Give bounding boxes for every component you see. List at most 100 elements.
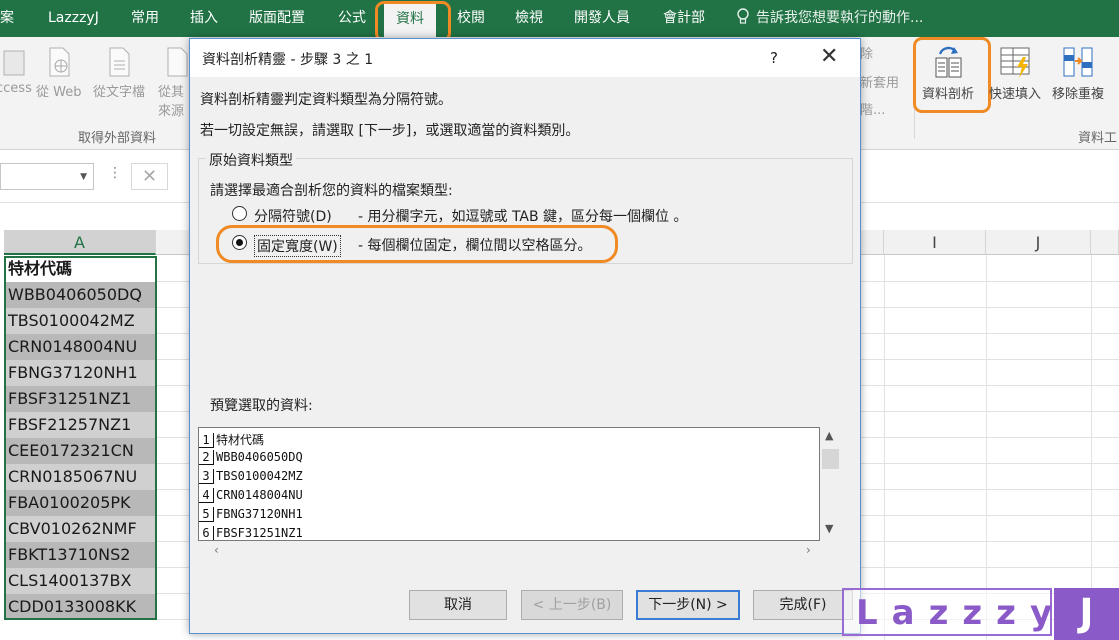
from-text-button[interactable]: 從文字檔 [93,47,145,100]
from-other-label-1: 從其 [158,85,185,100]
cancel-entry-icon[interactable]: ✕ [131,163,168,190]
excel-window: { "ribbon": { "tabs": ["案", "LazzzyJ", "… [0,0,1119,640]
radio-delimited[interactable] [232,206,247,221]
scroll-thumb[interactable] [822,449,839,469]
preview-row-text: FBNG37120NH1 [216,507,303,521]
option-delimited-description: - 用分欄字元，如逗號或 TAB 鍵，區分每一個欄位 。 [358,209,688,225]
other-sources-icon [167,47,188,77]
chevron-down-icon[interactable]: ▼ [80,172,87,182]
gridline [860,385,1119,386]
preview-row-number: 6 [199,526,214,540]
next-button[interactable]: 下一步(N) > [636,590,740,620]
wizard-instruction-text: 若一切設定無誤，請選取 [下一步]，或選取適當的資料類別。 [200,123,580,139]
selection-range [4,256,157,620]
tab-formulas[interactable]: 公式 [338,0,366,37]
scroll-left-icon[interactable]: ‹ [214,543,219,557]
watermark-j: J [1054,588,1119,640]
group-data-tools: 資料工 [1078,131,1118,146]
gridline [155,567,191,568]
gridline [155,489,191,490]
gridline [986,255,987,640]
gridline [155,333,191,334]
preview-row: 1 特材代碼 [199,431,264,450]
tab-lazzzyj[interactable]: LazzzyJ [48,0,99,37]
column-header-b[interactable] [156,230,190,255]
from-access-button[interactable]: ccess [0,47,32,96]
highlight-fixed-width [216,225,618,263]
data-preview[interactable]: 1 特材代碼 2 WBB0406050DQ 3 TBS0100042MZ 4 CRN01… [198,427,820,541]
gridline [860,359,1119,360]
tab-insert[interactable]: 插入 [190,0,218,37]
remove-duplicates-label: 移除重複 [1052,87,1105,102]
more-icon: ⋮ [108,165,122,181]
column-header-h[interactable] [860,230,884,255]
column-header-k[interactable] [1091,230,1119,255]
from-other-sources-button[interactable]: 從其 來源 [158,47,190,119]
lazzzyj-watermark-logo: Lazzzy J [842,588,1119,640]
cancel-button[interactable]: 取消 [409,590,507,620]
highlight-data-tab [375,1,451,42]
preview-row: 3 TBS0100042MZ [199,469,303,488]
preview-row-text: CRN0148004NU [216,488,303,502]
option-delimited-label[interactable]: 分隔符號(D) [254,206,332,226]
name-box[interactable]: ▼ [0,163,94,190]
ribbon-tab-bar: 案 LazzzyJ 常用 插入 版面配置 公式 資料 校閱 檢視 開發人員 會計… [0,0,1119,37]
gridline [155,619,191,620]
tab-developer[interactable]: 開發人員 [574,0,630,37]
gridline [155,437,191,438]
flash-fill-label: 快速填入 [989,87,1042,102]
dialog-title: 資料剖析精靈 - 步驟 3 之 1 [202,52,374,68]
tell-me-text: 告訴我您想要執行的動作... [756,10,924,26]
preview-row-number: 3 [199,469,214,484]
dialog-title-bar[interactable]: 資料剖析精靈 - 步驟 3 之 1 ? ✕ [190,39,860,77]
finish-button[interactable]: 完成(F) [753,590,853,620]
from-web-button[interactable]: 從 Web [36,47,81,100]
remove-partial-label: 除 [860,47,874,62]
preview-row-number: 1 [199,433,214,448]
from-text-label: 從文字檔 [93,85,146,100]
gridline [1091,255,1092,640]
preview-row: 5 FBNG37120NH1 [199,507,303,526]
close-button[interactable]: ✕ [820,44,838,69]
gridline [860,541,1119,542]
gridline [155,281,191,282]
from-access-label: ccess [0,81,32,96]
back-button[interactable]: < 上一步(B) [521,590,623,620]
scroll-right-icon[interactable]: › [806,543,811,557]
gridline [860,515,1119,516]
gridline [860,411,1119,412]
tab-review[interactable]: 校閱 [457,0,485,37]
reapply-button[interactable]: 新套用 [860,72,899,91]
lightbulb-icon [737,8,749,24]
advanced-button[interactable]: 階... [860,99,885,118]
flash-fill-button[interactable]: 快速填入 [989,45,1041,102]
tab-accounting[interactable]: 會計部 [663,0,705,37]
from-web-label: 從 Web [36,85,82,100]
gridline [860,307,1119,308]
preview-vertical-scrollbar[interactable]: ▲ ▼ [820,427,840,541]
preview-horizontal-scrollbar[interactable]: ‹ › [214,543,820,561]
preview-label: 預覽選取的資料: [210,398,313,414]
delimited-label: 分隔符號(D) [254,209,332,225]
scroll-up-icon[interactable]: ▲ [825,429,833,442]
tab-page-layout[interactable]: 版面配置 [249,0,305,37]
gridline [860,489,1119,490]
tab-home[interactable]: 常用 [131,0,159,37]
preview-row-text: 特材代碼 [216,433,265,447]
column-header-a[interactable]: A [4,230,156,255]
preview-row: 2 WBB0406050DQ [199,450,303,469]
tab-view[interactable]: 檢視 [515,0,543,37]
help-button[interactable]: ? [770,49,778,67]
column-header-j[interactable]: J [986,230,1091,255]
gridline [155,463,191,464]
gridline [155,307,191,308]
preview-row-number: 5 [199,507,214,522]
column-header-i[interactable]: I [884,230,986,255]
tell-me-search[interactable]: 告訴我您想要執行的動作... [736,0,923,37]
gridline [860,437,1119,438]
file-type-prompt: 請選擇最適合剖析您的資料的檔案類型: [210,183,453,199]
scroll-down-icon[interactable]: ▼ [825,522,833,535]
tab-file[interactable]: 案 [0,0,14,37]
globe-page-icon [49,47,70,77]
remove-duplicates-button[interactable]: 移除重複 [1052,45,1104,102]
